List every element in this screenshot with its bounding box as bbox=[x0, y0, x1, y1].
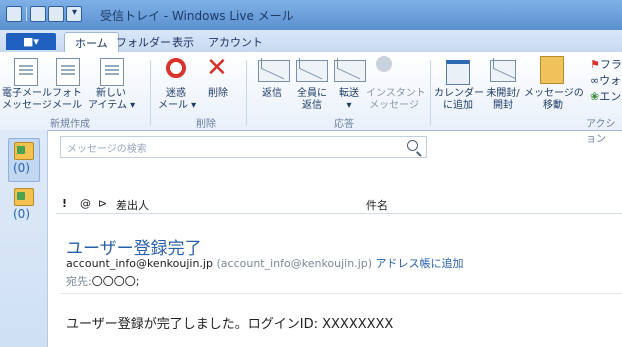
group-separator bbox=[430, 60, 431, 126]
message-list-header: ! @ ⊳ 差出人 件名 bbox=[56, 195, 622, 214]
to-value: 〇〇〇〇; bbox=[91, 275, 140, 288]
junk-icon bbox=[166, 58, 186, 78]
title-bar: ▾ 受信トレイ - Windows Live メール bbox=[0, 0, 622, 30]
tab-home[interactable]: ホーム bbox=[64, 32, 119, 53]
group-label-delete: 削除 bbox=[196, 119, 216, 130]
ribbon: 電子メール メッセージ フォト メール 新しい アイテム ▾ 新規作成 迷惑 メ… bbox=[0, 52, 622, 145]
separator bbox=[26, 7, 27, 21]
from-column[interactable]: 差出人 bbox=[116, 197, 149, 213]
photo-email-button[interactable]: フォト メール bbox=[48, 88, 86, 112]
photo-email-icon bbox=[56, 58, 80, 86]
encoding-button[interactable]: ❀エン bbox=[590, 88, 621, 104]
flag-button[interactable]: ⚑フラ bbox=[590, 56, 622, 72]
flag-label: フラ bbox=[599, 58, 622, 71]
calendar-icon bbox=[446, 60, 470, 85]
flag-column[interactable]: ⊳ bbox=[98, 197, 107, 210]
reply-all-button[interactable]: 全員に 返信 bbox=[294, 88, 330, 112]
watch-label: ウォ bbox=[599, 74, 622, 87]
to-label: 宛先: bbox=[66, 275, 92, 288]
unread-read-button[interactable]: 未開封/ 開封 bbox=[484, 88, 522, 112]
quick-access-dropdown-icon[interactable]: ▾ bbox=[72, 7, 77, 18]
junk-button[interactable]: 迷惑 メール ▾ bbox=[158, 88, 196, 112]
add-to-calendar-button[interactable]: カレンダー に追加 bbox=[434, 88, 484, 112]
tab-account[interactable]: アカウント bbox=[208, 34, 263, 50]
reply-button[interactable]: 返信 bbox=[254, 88, 290, 100]
new-item-button[interactable]: 新しい アイテム ▾ bbox=[88, 88, 135, 112]
watch-button[interactable]: ∞ウォ bbox=[590, 72, 621, 88]
watch-icon: ∞ bbox=[590, 74, 600, 87]
sender-email: account_info@kenkoujin.jp bbox=[66, 257, 213, 270]
tab-folder[interactable]: フォルダー bbox=[116, 34, 171, 50]
app-icon[interactable] bbox=[6, 6, 22, 22]
inbox-folder-icon[interactable] bbox=[14, 142, 34, 160]
new-message-icon[interactable] bbox=[30, 6, 46, 22]
delete-button[interactable]: 削除 bbox=[202, 88, 234, 100]
search-input[interactable]: メッセージの検索 bbox=[67, 140, 147, 155]
folder-pane: (0) (0) bbox=[0, 130, 48, 347]
group-label-new: 新規作成 bbox=[50, 119, 90, 130]
importance-column[interactable]: ! bbox=[62, 197, 67, 210]
sender-line: account_info@kenkoujin.jp (account_info@… bbox=[66, 255, 464, 271]
tab-view[interactable]: 表示 bbox=[172, 34, 194, 50]
search-icon[interactable] bbox=[407, 140, 418, 151]
file-menu-button[interactable]: ■▾ bbox=[6, 33, 56, 50]
subject-column[interactable]: 件名 bbox=[366, 197, 388, 213]
encoding-label: エン bbox=[599, 90, 622, 103]
group-separator bbox=[246, 60, 247, 126]
reply-icon bbox=[258, 60, 290, 82]
add-to-contacts-link[interactable]: アドレス帳に追加 bbox=[376, 257, 464, 270]
reply-icon[interactable] bbox=[48, 6, 64, 22]
window-title: 受信トレイ - Windows Live メール bbox=[100, 9, 294, 23]
folder-icon[interactable] bbox=[14, 188, 34, 206]
flag-icon: ⚑ bbox=[590, 58, 600, 71]
forward-button[interactable]: 転送 ▾ bbox=[332, 88, 366, 112]
delete-icon: ✕ bbox=[206, 53, 228, 83]
email-message-icon bbox=[14, 58, 38, 86]
instant-message-button[interactable]: インスタント メッセージ bbox=[366, 88, 426, 112]
inbox-count: (0) bbox=[13, 161, 30, 175]
encoding-icon: ❀ bbox=[590, 90, 600, 103]
attachment-column[interactable]: @ bbox=[80, 197, 91, 210]
ribbon-tabs: ■▾ ホーム フォルダー 表示 アカウント bbox=[0, 30, 622, 53]
search-box[interactable]: メッセージの検索 bbox=[60, 136, 427, 158]
message-body: ユーザー登録が完了しました。ログインID: XXXXXXXX bbox=[66, 317, 394, 332]
reply-all-icon bbox=[296, 60, 328, 82]
new-item-icon bbox=[100, 58, 124, 86]
move-message-icon bbox=[540, 56, 564, 84]
divider bbox=[60, 293, 622, 294]
group-separator bbox=[150, 60, 151, 126]
group-label-respond: 応答 bbox=[334, 119, 354, 130]
group-label-action: アクション bbox=[586, 119, 616, 145]
move-message-button[interactable]: メッセージの 移動 bbox=[524, 88, 584, 112]
sender-email-paren: (account_info@kenkoujin.jp) bbox=[216, 257, 373, 270]
unread-read-icon bbox=[490, 60, 516, 82]
recipient-line: 宛先:〇〇〇〇; bbox=[66, 273, 139, 289]
instant-message-icon bbox=[376, 56, 392, 72]
forward-icon bbox=[334, 60, 366, 82]
folder-count: (0) bbox=[13, 207, 30, 221]
email-message-button[interactable]: 電子メール メッセージ bbox=[2, 88, 52, 112]
